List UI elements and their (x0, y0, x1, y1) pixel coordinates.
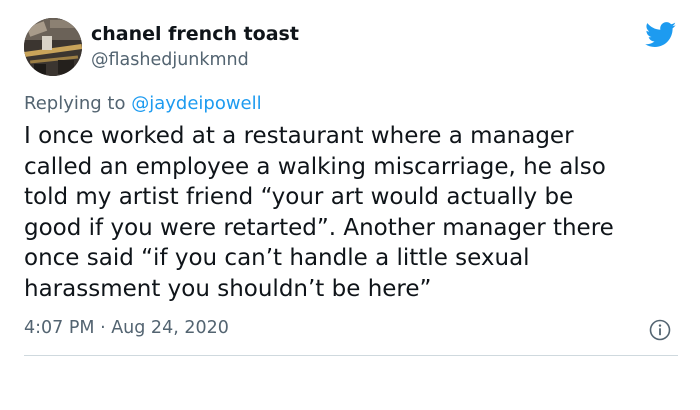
reply-mention-link[interactable]: @jaydeipowell (131, 93, 261, 114)
avatar[interactable] (24, 18, 82, 76)
replying-to-label: Replying to (24, 93, 132, 114)
tweet-text-line: I once worked at a restaurant where a ma… (24, 123, 574, 149)
tweet-card: chanel french toast @flashedjunkmnd Repl… (0, 0, 700, 410)
tweet-text-line: once said “if you can’t handle a little … (24, 245, 530, 271)
tweet-text: I once worked at a restaurant where a ma… (24, 121, 684, 304)
tweet-text-line: harassment you shouldn’t be here” (24, 275, 432, 302)
tweet-text-line: told my artist friend “your art would ac… (24, 184, 574, 210)
twitter-bird-icon[interactable] (645, 22, 677, 48)
tweet-timestamp[interactable]: 4:07 PM · Aug 24, 2020 (24, 318, 229, 338)
tweet-text-line: good if you were retarted”. Another mana… (24, 214, 614, 241)
avatar-image (24, 18, 82, 76)
info-icon[interactable] (649, 319, 671, 341)
tweet-text-line: called an employee a walking miscarriage… (24, 153, 606, 180)
divider (24, 355, 678, 356)
author-display-name[interactable]: chanel french toast (91, 23, 299, 45)
author-handle[interactable]: @flashedjunkmnd (91, 50, 249, 70)
replying-to-line: Replying to @jaydeipowell (24, 93, 262, 114)
